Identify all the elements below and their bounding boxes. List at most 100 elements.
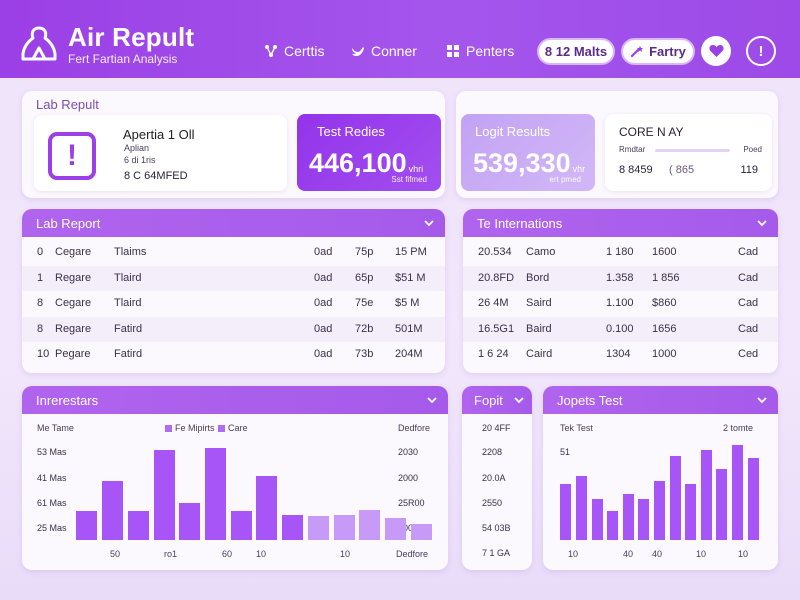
chart-bar[interactable]	[700, 450, 712, 540]
core-left-label: Rmdtar	[619, 145, 646, 154]
chart-bar[interactable]	[204, 447, 226, 540]
table-cell: Cegare	[55, 297, 92, 309]
core-panel: CORE N AY Rmdtar Poed 8 8459 ( 865 119	[605, 114, 772, 191]
table-cell: 20.534	[478, 246, 512, 258]
nav-label: Conner	[371, 43, 417, 59]
chart-bar[interactable]	[669, 456, 681, 540]
table-row[interactable]: 26 4M Saird 1.100 $860 Cad	[463, 291, 778, 316]
panel-header[interactable]: Jopets Test	[543, 386, 778, 414]
y-tick-label: 2030	[398, 447, 419, 457]
table-cell: Caird	[526, 348, 553, 360]
table-row[interactable]: 20.534 Camo 1 180 1600 Cad	[463, 240, 778, 265]
chart-bar[interactable]	[282, 514, 304, 540]
party-pill-button[interactable]: Fartry	[621, 38, 695, 65]
alert-icon: !	[48, 132, 96, 180]
table-cell: $860	[652, 297, 677, 309]
panel-header[interactable]: Te Internations	[463, 209, 778, 237]
table-cell: 0ad	[314, 322, 333, 335]
table-cell: 75e	[355, 297, 374, 309]
chart-bar[interactable]	[622, 494, 634, 540]
chevron-down-icon[interactable]	[423, 217, 435, 229]
app-title: Air Repult	[68, 22, 195, 52]
y-tick-label: 51	[560, 447, 571, 457]
count-pill-button[interactable]: 8 12 Malts	[537, 38, 615, 65]
y-tick-label: 25 Mas	[37, 523, 67, 533]
chart-bar[interactable]	[607, 511, 619, 540]
chart-bar[interactable]	[560, 483, 572, 540]
info-button[interactable]: !	[746, 36, 776, 66]
table-row[interactable]: 1 Regare Tlaird 0ad 65p $51 M	[22, 265, 445, 291]
table-row[interactable]: 8 Cegare Tlaird 0ad 75e $5 M	[22, 291, 445, 316]
table-cell: 1656	[652, 322, 677, 335]
nav-item-penters[interactable]: Penters	[446, 43, 514, 59]
table-row[interactable]: 10 Pegare Fatird 0ad 73b 204M	[22, 342, 445, 367]
table-row[interactable]: 0 Cegare Tlaims 0ad 75p 15 PM	[22, 240, 445, 265]
legend-item: Fe Mipirts	[165, 423, 215, 433]
card-label: Lab Repult	[36, 97, 99, 112]
table-row[interactable]: 16.5G1 Baird 0.100 1656 Cad	[463, 316, 778, 342]
app-subtitle: Fert Fartian Analysis	[68, 52, 178, 66]
x-tick-label: ro1	[164, 549, 178, 559]
table-cell: 0	[37, 246, 44, 258]
chevron-down-icon[interactable]	[756, 217, 768, 229]
kpi-title: Logit Results	[475, 124, 551, 139]
table-cell: Cad	[738, 322, 759, 335]
table-cell: Saird	[526, 297, 552, 309]
logit-results-kpi[interactable]: Logit Results 539,330 vhr ert pmed	[461, 114, 595, 191]
inrerestars-panel: Inrerestars Me Tame Fe Mipirts Care Dedf…	[22, 386, 448, 570]
chart-bar[interactable]	[384, 518, 406, 540]
chevron-down-icon[interactable]	[756, 394, 768, 406]
panel-header[interactable]: Fopit	[462, 386, 532, 414]
chart-bar[interactable]	[230, 510, 252, 540]
chart-bar[interactable]	[747, 458, 759, 540]
table-cell: 1 180	[606, 246, 634, 258]
chart-bar[interactable]	[638, 499, 650, 540]
table-cell: 15 PM	[395, 246, 427, 258]
table-row[interactable]: 20.8FD Bord 1.358 1 856 Cad	[463, 265, 778, 291]
chart-bar[interactable]	[685, 483, 697, 540]
chart-bar[interactable]	[359, 509, 381, 540]
table-row[interactable]: 8 Regare Fatird 0ad 72b 501M	[22, 316, 445, 342]
chart-right-label: 2 tomte	[723, 423, 754, 433]
chart-bar[interactable]	[179, 502, 201, 540]
table-cell: Bord	[526, 271, 550, 284]
chart-bar[interactable]	[591, 499, 603, 540]
chart-bar[interactable]	[76, 510, 98, 540]
chevron-down-icon[interactable]	[426, 394, 438, 406]
legend-swatch	[218, 425, 225, 433]
chart-bar[interactable]	[654, 480, 665, 540]
table-cell: Tlaird	[114, 297, 142, 309]
nav-item-certtis[interactable]: Certtis	[264, 43, 324, 59]
chart-bar[interactable]	[716, 468, 728, 540]
chart-bar[interactable]	[102, 481, 124, 540]
table-row[interactable]: 1 6 24 Caird 1304 1000 Ced	[463, 342, 778, 367]
table-cell: Ced	[738, 348, 759, 360]
chevron-down-icon[interactable]	[513, 394, 525, 406]
table-cell: 8	[37, 322, 44, 335]
kpi-footer: ert pmed	[549, 175, 581, 184]
chart-bar[interactable]	[410, 524, 432, 540]
top-bar: Air Repult Fert Fartian Analysis Certtis…	[0, 0, 800, 78]
panel-title: Inrerestars	[36, 393, 99, 408]
chart-bar[interactable]	[127, 510, 149, 540]
core-progress-track	[655, 149, 730, 152]
chart-bar[interactable]	[732, 445, 744, 540]
panel-header[interactable]: Lab Report	[22, 209, 445, 237]
x-tick-label: 10	[256, 549, 267, 559]
chart-bar[interactable]	[575, 475, 587, 540]
table-cell: 0ad	[314, 348, 333, 360]
x-tick-label: 10	[738, 549, 749, 559]
test-results-kpi[interactable]: Test Redies 446,100 vhri Sst fifmed	[297, 114, 441, 191]
party-pill-label: Fartry	[649, 44, 686, 59]
core-right-label: Poed	[743, 145, 762, 154]
nav-item-conner[interactable]: Conner	[351, 43, 417, 59]
table-cell: 501M	[395, 322, 423, 335]
table-cell: Tlaird	[114, 271, 142, 284]
fopit-panel: Fopit 20 4FF 2208 20.0A 2550 54 03B 7 1 …	[462, 386, 532, 570]
chart-bar[interactable]	[333, 514, 355, 540]
chart-bar[interactable]	[256, 476, 278, 540]
chart-bar[interactable]	[153, 449, 175, 540]
chart-bar[interactable]	[307, 516, 329, 540]
panel-header[interactable]: Inrerestars	[22, 386, 448, 414]
favorite-button[interactable]	[701, 36, 731, 66]
